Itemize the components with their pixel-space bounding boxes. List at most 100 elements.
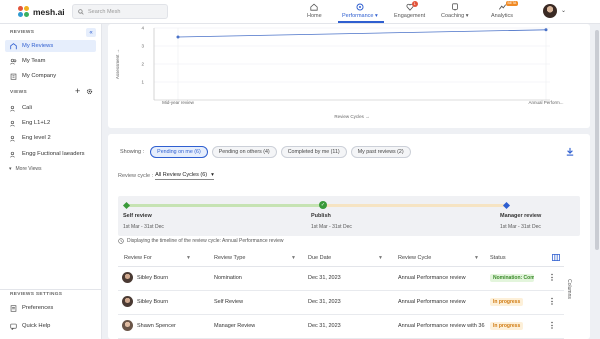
sidebar-item-label: Eng level 2 — [22, 135, 51, 141]
review-filters: Showing : Pending on me (6) Pending on o… — [120, 146, 411, 158]
columns-icon[interactable] — [552, 254, 560, 261]
sidebar-item-label: My Company — [22, 73, 57, 79]
chevron-down-icon: ▾ — [211, 172, 214, 178]
data-point — [176, 35, 180, 39]
status-badge: In progress — [490, 322, 524, 330]
more-options-icon[interactable]: ⋮ — [548, 321, 556, 330]
sidebar-item-label: Engg Fuctional laeaders — [22, 151, 85, 157]
col-review-cycle[interactable]: Review Cycle — [398, 255, 431, 261]
sidebar-item-view-eng-l1-l2[interactable]: Eng L1+L2 — [5, 117, 96, 129]
stage-publish-dates: 1st Mar - 31st Dec — [311, 224, 352, 230]
more-options-icon[interactable]: ⋮ — [548, 297, 556, 306]
sidebar-item-view-engg-functional[interactable]: Engg Fuctional laeaders — [5, 148, 96, 160]
sidebar-item-my-reviews[interactable]: My Reviews — [5, 40, 96, 52]
sidebar-item-my-company[interactable]: My Company — [5, 70, 96, 82]
download-icon[interactable] — [566, 147, 574, 156]
x-axis-title: Review Cycles → — [334, 114, 369, 119]
sidebar-item-label: Quick Help — [22, 323, 51, 329]
col-review-type[interactable]: Review Type — [214, 255, 245, 261]
add-view-icon[interactable]: + — [75, 86, 80, 96]
timeline-manager-review-marker — [502, 201, 511, 210]
sidebar-item-preferences[interactable]: Preferences — [5, 302, 96, 314]
chip-past-reviews[interactable]: My past reviews (2) — [350, 146, 411, 158]
avatar — [122, 272, 133, 283]
more-views-label: More Views — [15, 166, 42, 172]
more-views-toggle[interactable]: ▾ More Views — [9, 166, 42, 172]
search-box[interactable] — [72, 4, 168, 19]
user-avatar[interactable] — [543, 4, 557, 18]
engagement-icon: 1 — [406, 1, 418, 11]
search-input[interactable] — [88, 8, 158, 15]
table-row[interactable]: Shawn Spencer Manager Review Dec 31, 202… — [118, 315, 564, 339]
timeline-progress-done — [126, 204, 322, 207]
cell-review-for: Shawn Spencer — [137, 323, 176, 329]
columns-side-tab[interactable]: Columns — [566, 270, 578, 310]
nav-home[interactable]: Home — [307, 2, 322, 19]
timeline-info: Displaying the timeline of the review cy… — [118, 238, 283, 244]
sidebar-item-view-eng-level-2[interactable]: Eng level 2 — [5, 132, 96, 144]
status-badge: Nomination: Comp — [490, 274, 534, 282]
nav-engagement[interactable]: 1 Engagement — [394, 1, 425, 19]
y-axis-title: Assessment → — [115, 49, 120, 79]
page-scrollbar-thumb[interactable] — [595, 30, 599, 250]
col-status[interactable]: Status — [490, 255, 506, 261]
nav-coaching[interactable]: Coaching ▾ — [441, 2, 469, 19]
cell-review-type: Self Review — [214, 299, 244, 305]
more-options-icon[interactable]: ⋮ — [548, 273, 556, 282]
cell-review-cycle: Annual Performance review — [398, 275, 466, 281]
data-point — [544, 28, 548, 32]
analytics-beta-badge: BETA — [505, 1, 519, 6]
filter-icon[interactable]: ▼ — [186, 255, 191, 261]
coaching-icon — [451, 2, 459, 11]
team-icon — [10, 58, 17, 65]
review-cycle-select[interactable]: All Review Cycles (6) ▾ — [155, 172, 214, 180]
nav-analytics[interactable]: BETA Analytics — [491, 1, 519, 19]
filter-icon[interactable]: ▼ — [474, 255, 479, 261]
reviews-settings-title: REVIEWS SETTINGS — [10, 292, 63, 297]
preferences-icon — [10, 304, 17, 312]
series-line — [177, 29, 547, 38]
sidebar-item-my-team[interactable]: My Team — [5, 55, 96, 67]
sidebar-item-quick-help[interactable]: Quick Help — [5, 320, 96, 332]
col-review-for[interactable]: Review For — [124, 255, 152, 261]
reviews-card: Showing : Pending on me (6) Pending on o… — [108, 134, 590, 339]
showing-label: Showing : — [120, 149, 145, 155]
view-icon — [10, 135, 15, 142]
cell-review-for: Sibley Bourn — [137, 299, 169, 305]
cell-review-type: Manager Review — [214, 323, 256, 329]
table-row[interactable]: Sibley Bourn Nomination Dec 31, 2023 Ann… — [118, 267, 564, 291]
stage-self-review-dates: 1st Mar - 31st Dec — [123, 224, 164, 230]
nav-active-underline — [338, 21, 384, 23]
nav-coaching-label: Coaching ▾ — [441, 13, 469, 19]
status-badge: In progress — [490, 298, 524, 306]
y-tick-label: 2 — [141, 62, 144, 67]
cell-due-date: Dec 31, 2023 — [308, 323, 341, 329]
sidebar-item-label: My Team — [22, 58, 46, 64]
chip-pending-on-others[interactable]: Pending on others (4) — [211, 146, 277, 158]
sidebar-item-label: Cali — [22, 105, 32, 111]
nav-home-label: Home — [307, 13, 322, 19]
reviews-icon — [10, 42, 17, 49]
table-row[interactable]: Sibley Bourn Self Review Dec 31, 2023 An… — [118, 291, 564, 315]
mesh-logo-icon — [18, 6, 30, 18]
gear-icon[interactable] — [86, 88, 93, 95]
assessment-line-chart: 4 3 2 1 Mid-year review Annual Perform... Asse… — [115, 26, 564, 120]
review-cycle-filter: Review cycle : All Review Cycles (6) ▾ — [118, 172, 214, 180]
col-due-date[interactable]: Due Date — [308, 255, 331, 261]
filter-icon[interactable]: ▼ — [378, 255, 383, 261]
app-logo[interactable]: mesh.ai — [18, 6, 65, 18]
collapse-sidebar-icon[interactable]: « — [86, 28, 96, 37]
chip-pending-on-me[interactable]: Pending on me (6) — [150, 146, 208, 158]
sidebar-item-view-cali[interactable]: Cali — [5, 102, 96, 114]
y-tick-label: 4 — [141, 26, 144, 31]
chevron-down-icon: ▾ — [465, 13, 469, 19]
avatar — [122, 296, 133, 307]
x-tick-label: Annual Perform... — [528, 100, 563, 105]
help-icon — [10, 323, 17, 330]
nav-performance[interactable]: Performance ▾ — [342, 2, 378, 19]
stage-self-review: Self review — [123, 213, 152, 219]
table-header: Review For ▼ Review Type ▼ Due Date ▼ Re… — [118, 250, 564, 267]
chevron-down-icon[interactable]: ⌄ — [561, 7, 566, 14]
chip-completed-by-me[interactable]: Completed by me (11) — [280, 146, 347, 158]
filter-icon[interactable]: ▼ — [291, 255, 296, 261]
